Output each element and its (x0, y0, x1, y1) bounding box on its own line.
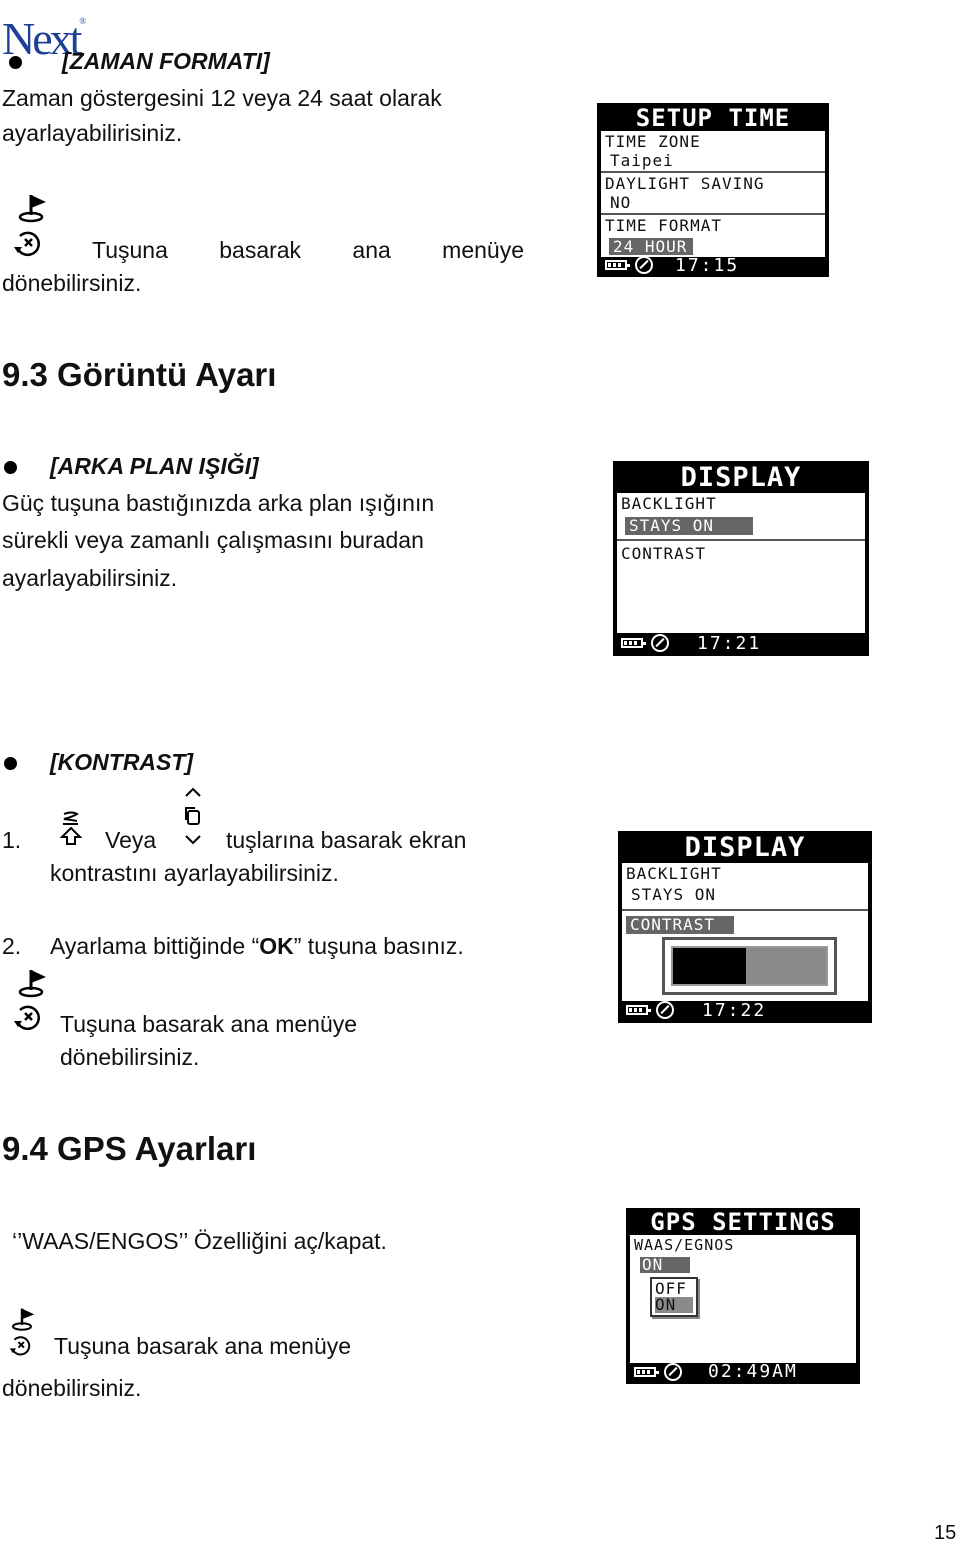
contrast-slider[interactable] (662, 937, 837, 995)
status-bar: 17:15 (599, 254, 827, 276)
contrast-track (671, 946, 828, 986)
status-time: 17:15 (675, 254, 740, 276)
section-heading-display: 9.3 Görüntü Ayarı (2, 356, 277, 393)
contrast-row[interactable]: CONTRAST (622, 911, 868, 934)
status-bar: 02:49AM (628, 1361, 858, 1382)
step1-veya: Veya (105, 827, 157, 853)
backlight-row[interactable]: BACKLIGHT STAYS ON (617, 493, 865, 541)
row-value-selected: 24 HOUR (609, 238, 693, 255)
gps-return-line1: Tuşuna basarak ana menüye (54, 1333, 352, 1359)
gps-settings-screen: GPS SETTINGS WAAS/EGNOS ON OFF ON 02:49A… (626, 1208, 860, 1384)
waas-egnos-label: WAAS/EGNOS (634, 1236, 735, 1254)
row-label: BACKLIGHT (626, 864, 722, 883)
battery-icon (621, 638, 646, 648)
row-label: BACKLIGHT (621, 494, 717, 513)
row-label: CONTRAST (621, 544, 707, 563)
row-value: Taipei (610, 151, 674, 170)
backlight-desc-line3: ayarlayabilirsiniz. (2, 565, 178, 591)
setup-time-screen: SETUP TIME TIME ZONE Taipei DAYLIGHT SAV… (597, 103, 829, 277)
row-label-selected: CONTRAST (626, 916, 734, 934)
word: menüye (442, 237, 524, 263)
step1-line2: kontrastını ayarlayabilirsiniz. (50, 860, 339, 886)
step1-number: 1. (2, 827, 22, 853)
ok-key-label: OK (259, 933, 294, 959)
battery-icon (626, 1005, 651, 1015)
time-zone-row[interactable]: TIME ZONE Taipei (601, 131, 825, 173)
step2-text: Ayarlama bittiğinde “OK” tuşuna basınız. (50, 930, 464, 963)
section-heading-gps: 9.4 GPS Ayarları (2, 1130, 257, 1167)
word: ana (352, 237, 391, 263)
gps-description: ‘’WAAS/ENGOS’’ Özelliğini aç/kapat. (12, 1228, 387, 1254)
step2-number: 2. (2, 933, 22, 959)
gps-return-line2: dönebilirsiniz. (2, 1375, 142, 1401)
step2-text-before: Ayarlama bittiğinde “ (50, 933, 260, 959)
gps-signal-icon (651, 634, 669, 652)
gps-signal-icon (656, 1001, 674, 1019)
option-on-highlighted[interactable]: ON (655, 1297, 693, 1313)
word: basarak (219, 237, 302, 263)
contrast-track-remaining (746, 948, 826, 984)
time-format-desc-line1: Zaman göstergesini 12 veya 24 saat olara… (2, 85, 442, 111)
contrast-return-line2: dönebilirsiniz. (60, 1044, 200, 1070)
return-note-line1: Tuşuna basarak ana menüye (92, 234, 524, 267)
backlight-desc-line2: sürekli veya zamanlı çalışmasını buradan (2, 527, 424, 553)
display-setting-screen-contrast: DISPLAY SETTING BACKLIGHT STAYS ON CONTR… (618, 831, 872, 1023)
row-label: TIME ZONE (605, 132, 701, 151)
backlight-desc-line1: Güç tuşuna bastığınızda arka plan ışığın… (2, 490, 435, 516)
battery-icon (634, 1366, 659, 1377)
status-bar: 17:22 (620, 999, 870, 1021)
word: Tuşuna (92, 237, 168, 263)
step1-text: tuşlarına basarak ekran (226, 827, 467, 853)
bullet-icon (9, 56, 22, 69)
on-off-dropdown: OFF ON (650, 1277, 698, 1317)
screen-title: SETUP TIME (635, 104, 791, 132)
flag-icon (12, 1308, 35, 1331)
gps-signal-icon (664, 1362, 682, 1381)
step2-text-after: ” tuşuna basınız. (293, 933, 464, 959)
waas-egnos-value[interactable]: ON (640, 1257, 690, 1273)
row-value-selected: STAYS ON (625, 517, 753, 535)
contrast-row[interactable]: CONTRAST (617, 541, 865, 567)
backlight-row[interactable]: BACKLIGHT STAYS ON (622, 863, 868, 911)
daylight-saving-row[interactable]: DAYLIGHT SAVING NO (601, 173, 825, 215)
status-time: 02:49AM (708, 1361, 798, 1382)
return-note-line2: dönebilirsiniz. (2, 270, 142, 296)
backlight-title: [ARKA PLAN IŞIĞI] (50, 453, 259, 479)
back-cancel-icon (9, 1336, 31, 1356)
back-cancel-icon (14, 1005, 40, 1031)
bullet-icon (4, 757, 17, 770)
status-bar: 17:21 (615, 632, 867, 654)
row-value: STAYS ON (631, 885, 717, 904)
time-format-row[interactable]: TIME FORMAT 24 HOUR (601, 215, 825, 255)
display-setting-screen-backlight: DISPLAY SETTING BACKLIGHT STAYS ON CONTR… (613, 461, 869, 656)
contrast-return-line1: Tuşuna basarak ana menüye (60, 1011, 358, 1037)
bullet-icon (4, 461, 17, 474)
back-cancel-icon (14, 231, 40, 257)
contrast-title: [KONTRAST] (50, 749, 194, 775)
time-format-title: [ZAMAN FORMATI] (62, 48, 270, 74)
row-label: TIME FORMAT (605, 216, 722, 235)
status-time: 17:21 (697, 632, 762, 654)
time-format-desc-line2: ayarlayabilirisiniz. (2, 120, 183, 146)
row-label: DAYLIGHT SAVING (605, 174, 765, 193)
contrast-level-fill (673, 948, 747, 984)
battery-icon (605, 260, 630, 270)
flag-icon (18, 970, 46, 998)
gps-signal-icon (635, 256, 653, 274)
page-up-down-icon (185, 787, 201, 845)
row-value: NO (610, 193, 632, 212)
screen-title: GPS SETTINGS (650, 1208, 836, 1236)
status-time: 17:22 (702, 999, 767, 1021)
zoom-out-arrow-icon (59, 811, 83, 845)
flag-icon (18, 195, 46, 223)
